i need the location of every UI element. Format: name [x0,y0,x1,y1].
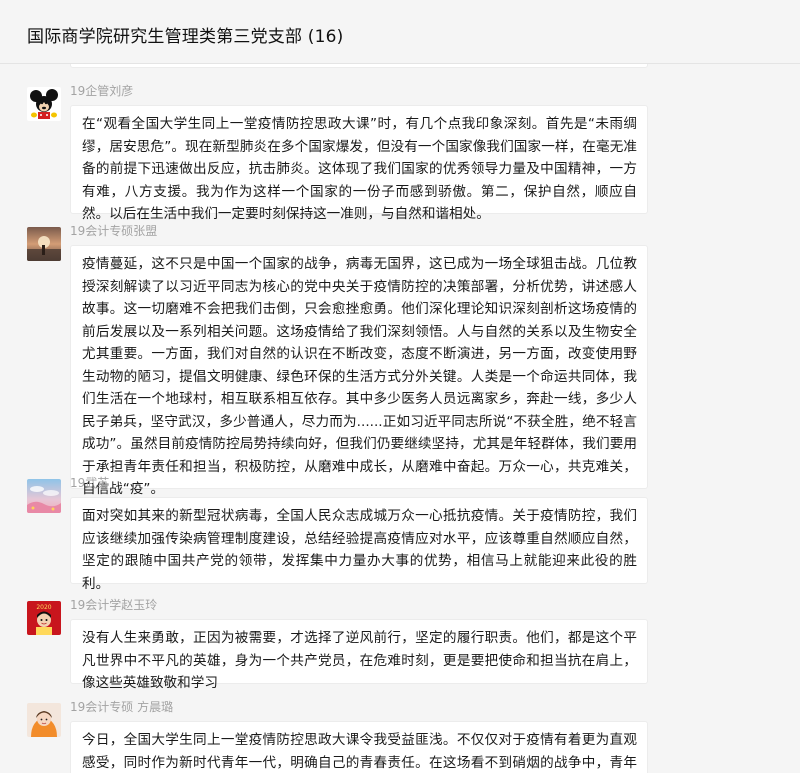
message-bubble[interactable]: 今日，全国大学生同上一堂疫情防控思政大课令我受益匪浅。不仅仅对于疫情有着更为直观… [70,721,648,773]
sender-name[interactable]: 19会计专硕 方晨璐 [70,698,173,715]
message-bubble[interactable]: 面对突如其来的新型冠状病毒，全国人民众志成城万众一心抵抗疫情。关于疫情防控，我们… [70,497,648,592]
mickey-mouse-avatar-icon[interactable] [27,87,61,121]
sky-landscape-avatar-icon[interactable] [27,479,61,513]
chat-header: 国际商学院研究生管理类第三党支部 (16) [0,0,800,64]
sender-name[interactable]: 19会计专硕张盟 [70,222,157,239]
new-year-2020-avatar-icon[interactable]: 2020 [27,601,61,635]
previous-message-bubble [70,64,648,68]
chat-window: 国际商学院研究生管理类第三党支部 (16) 19企管刘彦 在“观看全国大学生同上… [0,0,800,773]
message-bubble[interactable]: 没有人生来勇敢，正因为被需要，才选择了逆风前行，坚定的履行职责。他们，都是这个平… [70,619,648,691]
message-bubble[interactable]: 疫情蔓延，这不只是中国一个国家的战争，病毒无国界，这已成为一场全球狙击战。几位教… [70,245,648,497]
sunset-photo-avatar-icon[interactable] [27,227,61,261]
sender-name[interactable]: 19会计学赵玉玲 [70,596,157,613]
message-bubble[interactable]: 在“观看全国大学生同上一堂疫情防控思政大课”时，有几个点我印象深刻。首先是“未雨… [70,105,648,222]
group-chat-title: 国际商学院研究生管理类第三党支部 (16) [27,27,344,47]
message-list[interactable]: 19企管刘彦 在“观看全国大学生同上一堂疫情防控思政大课”时，有几个点我印象深刻… [0,64,800,773]
sender-name[interactable]: 19企管刘彦 [70,82,133,99]
sender-name[interactable]: 19武苏 [70,474,109,491]
girl-photo-avatar-icon[interactable] [27,703,61,737]
svg-text:2020: 2020 [36,604,51,611]
